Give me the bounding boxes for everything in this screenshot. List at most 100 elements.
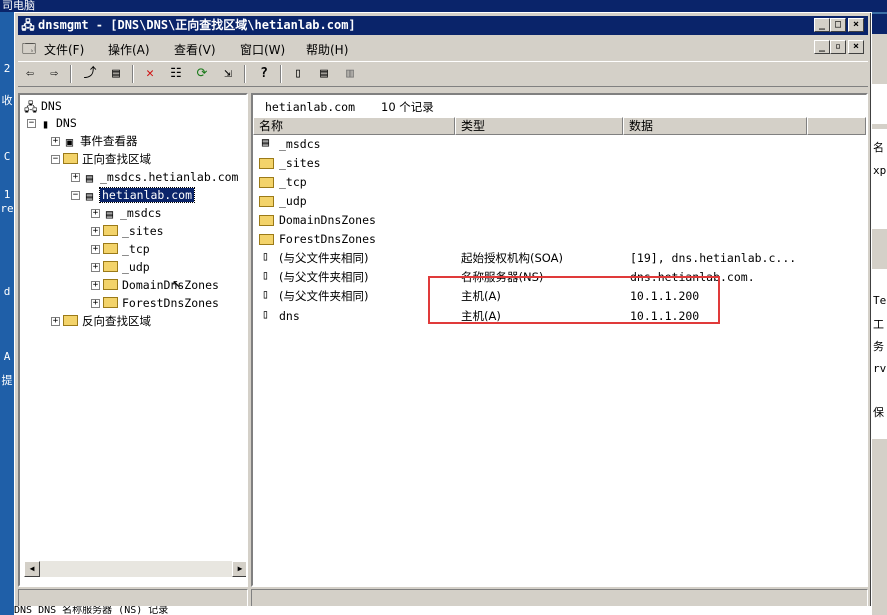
collapse-icon[interactable]: − (27, 119, 36, 128)
expand-icon[interactable]: + (91, 299, 100, 308)
tree-node-label: 事件查看器 (80, 134, 138, 148)
tree-horizontal-scrollbar[interactable]: ◀ ▶ (24, 561, 246, 577)
collapse-icon[interactable]: − (51, 155, 60, 164)
background-window-text: xp (873, 164, 887, 177)
desktop-glyph: re (0, 202, 14, 215)
record-row[interactable]: _sites (253, 154, 866, 173)
tree-node-dns-root[interactable]: 🖧 DNS (24, 98, 62, 115)
expand-icon[interactable]: + (71, 173, 80, 182)
tree-node-child[interactable]: _sites (103, 223, 164, 240)
expand-icon[interactable]: + (91, 263, 100, 272)
details-pane[interactable]: hetianlab.com 10 个记录 名称 类型 数据 ▤ _msdcs _si… (251, 93, 868, 587)
toolbar-separator (280, 65, 282, 83)
dns-icon: 🖧 (24, 99, 38, 114)
expand-icon[interactable]: + (91, 245, 100, 254)
expand-icon[interactable]: + (51, 317, 60, 326)
column-header-data[interactable]: 数据 (623, 117, 807, 135)
expand-icon[interactable]: + (91, 209, 100, 218)
tree-node-child[interactable]: _udp (103, 259, 150, 276)
desktop-top-text: 司电脑 (0, 0, 887, 12)
maximize-button[interactable]: □ (830, 18, 846, 32)
back-icon[interactable]: ⇦ (20, 65, 40, 83)
domain-icon[interactable]: ▥ (340, 65, 360, 83)
tree-node-hetianlab-zone[interactable]: ▤ hetianlab.com (83, 187, 196, 204)
minimize-button[interactable]: _ (814, 18, 830, 32)
tree-node-label: DNS (41, 99, 62, 113)
tree-node-label: _udp (122, 260, 150, 274)
folder-icon (259, 234, 274, 245)
child-close-button[interactable]: × (848, 40, 864, 54)
export-icon[interactable]: ⇲ (218, 65, 238, 83)
desktop-glyph: 收 (1, 94, 13, 107)
record-data: [19], dns.hetianlab.c... (630, 251, 797, 265)
record-name: (与父文件夹相同) (279, 289, 369, 303)
menu-view[interactable]: 查看(V) (174, 41, 216, 58)
tree-node-msdcs-zone[interactable]: ▤ _msdcs.hetianlab.com (83, 169, 239, 186)
desktop-glyph: 提 (1, 374, 13, 387)
menu-help[interactable]: 帮助(H) (306, 41, 348, 58)
menu-action[interactable]: 操作(A) (108, 41, 150, 58)
tree-node-reverse-zones[interactable]: 反向查找区域 (63, 313, 151, 330)
column-header-name[interactable]: 名称 (253, 117, 455, 135)
tree-node-label: 正向查找区域 (82, 152, 151, 166)
tree-node-label: _tcp (122, 242, 150, 256)
delete-icon[interactable]: ✕ (140, 65, 160, 83)
tree-node-label: DNS (56, 116, 77, 130)
scroll-left-icon[interactable]: ◀ (24, 561, 40, 577)
toolbar: ⇦ ⇨ ⤴ ▤ ✕ ☷ ⟳ ⇲ ? ▯ ▤ ▥ (18, 61, 868, 87)
record-row[interactable]: ForestDnsZones (253, 230, 866, 249)
menu-file[interactable]: 文件(F) (44, 41, 84, 58)
column-header-blank (807, 117, 866, 135)
folder-icon (103, 243, 118, 254)
tree-node-forward-zones[interactable]: 正向查找区域 (63, 151, 151, 168)
tree-node-label: 反向查找区域 (82, 314, 151, 328)
tree-node-child[interactable]: ForestDnsZones (103, 295, 219, 312)
expand-icon[interactable]: + (51, 137, 60, 146)
record-row[interactable]: _tcp (253, 173, 866, 192)
record-row[interactable]: _udp (253, 192, 866, 211)
child-minimize-button[interactable]: _ (814, 40, 830, 54)
record-name: _tcp (279, 175, 307, 189)
expand-icon[interactable]: + (91, 281, 100, 290)
forward-icon[interactable]: ⇨ (44, 65, 64, 83)
properties-icon[interactable]: ☷ (166, 65, 186, 83)
help-icon[interactable]: ? (254, 65, 274, 83)
tree-node-event-viewer[interactable]: ▣ 事件查看器 (63, 133, 138, 150)
scroll-right-icon[interactable]: ▶ (232, 561, 246, 577)
record-name: _msdcs (279, 137, 321, 151)
mouse-cursor-icon: ↖ (172, 273, 182, 292)
tree-node-child[interactable]: ▤ _msdcs (103, 205, 162, 222)
tree-pane[interactable]: 🖧 DNS − ▮ DNS + ▣ 事件查看器 − 正向查找区域 + ▤ _msdcs.… (18, 93, 248, 587)
column-header-type[interactable]: 类型 (455, 117, 623, 135)
collapse-icon[interactable]: − (71, 191, 80, 200)
desktop-glyph: A (3, 350, 11, 363)
show-tree-icon[interactable]: ▤ (106, 65, 126, 83)
tree-node-label: _sites (122, 224, 164, 238)
window-title: dnsmgmt - [DNS\DNS\正向查找区域\hetianlab.com] (38, 18, 356, 32)
zone-icon[interactable]: ▤ (314, 65, 334, 83)
title-bar[interactable]: 🖧 dnsmgmt - [DNS\DNS\正向查找区域\hetianlab.co… (18, 16, 868, 35)
console-icon[interactable]: 🗔 (22, 40, 36, 62)
background-window-text: rv (873, 362, 887, 375)
expand-icon[interactable]: + (91, 227, 100, 236)
toolbar-separator (244, 65, 246, 83)
record-row[interactable]: ▯ (与父文件夹相同) 起始授权机构(SOA) [19], dns.hetianlab… (253, 249, 866, 268)
toolbar-separator (132, 65, 134, 83)
server-icon[interactable]: ▯ (288, 65, 308, 83)
folder-icon (103, 225, 118, 236)
close-button[interactable]: × (848, 18, 864, 32)
folder-icon (259, 158, 274, 169)
tree-node-server[interactable]: ▮ DNS (39, 115, 77, 132)
desktop-glyph: 1 (3, 188, 11, 201)
refresh-icon[interactable]: ⟳ (192, 65, 212, 83)
record-row[interactable]: ▤ _msdcs (253, 135, 866, 154)
tree-node-label: ForestDnsZones (122, 296, 219, 310)
up-icon[interactable]: ⤴ (80, 65, 100, 83)
child-restore-button[interactable]: ▫ (830, 40, 846, 54)
folder-icon (259, 215, 274, 226)
tree-node-child[interactable]: DomainDnsZones (103, 277, 219, 294)
menu-window[interactable]: 窗口(W) (240, 41, 285, 58)
folder-icon (259, 177, 274, 188)
record-row[interactable]: DomainDnsZones (253, 211, 866, 230)
tree-node-child[interactable]: _tcp (103, 241, 150, 258)
